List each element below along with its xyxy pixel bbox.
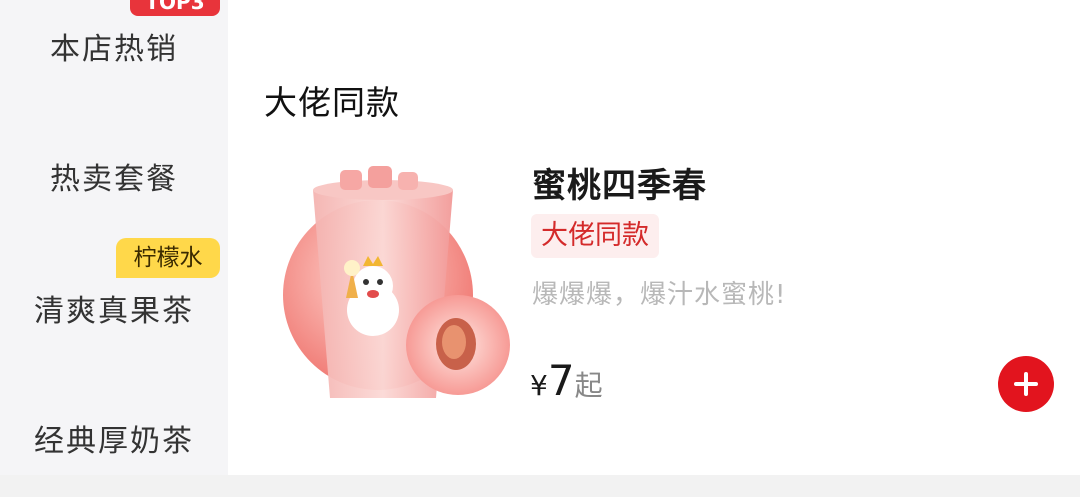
product-name: 蜜桃四季春 <box>532 166 707 206</box>
add-to-cart-button[interactable] <box>998 356 1054 412</box>
price-currency: ¥ <box>530 369 548 402</box>
product-price: ¥7起 <box>530 356 603 405</box>
product-tag: 大佬同款 <box>531 214 659 258</box>
product-description: 爆爆爆，爆汁水蜜桃! <box>532 280 787 310</box>
category-item-milk-tea[interactable]: 经典厚奶茶 <box>0 416 228 460</box>
category-badge-top: TOP3 <box>130 0 220 16</box>
price-value: 7 <box>547 356 575 405</box>
category-item-combo[interactable]: 热卖套餐 <box>0 154 228 198</box>
category-badge-lemon-water: 柠檬水 <box>116 238 220 278</box>
section-title: 大佬同款 <box>264 83 400 122</box>
product-image[interactable] <box>268 160 518 410</box>
price-suffix: 起 <box>574 369 603 402</box>
bottom-divider <box>0 475 1080 497</box>
category-item-hot-sales[interactable]: 本店热销 <box>0 24 228 68</box>
category-sidebar: TOP3 本店热销 热卖套餐 柠檬水 清爽真果茶 经典厚奶茶 <box>0 0 228 475</box>
category-item-fruit-tea[interactable]: 清爽真果茶 <box>0 286 228 330</box>
